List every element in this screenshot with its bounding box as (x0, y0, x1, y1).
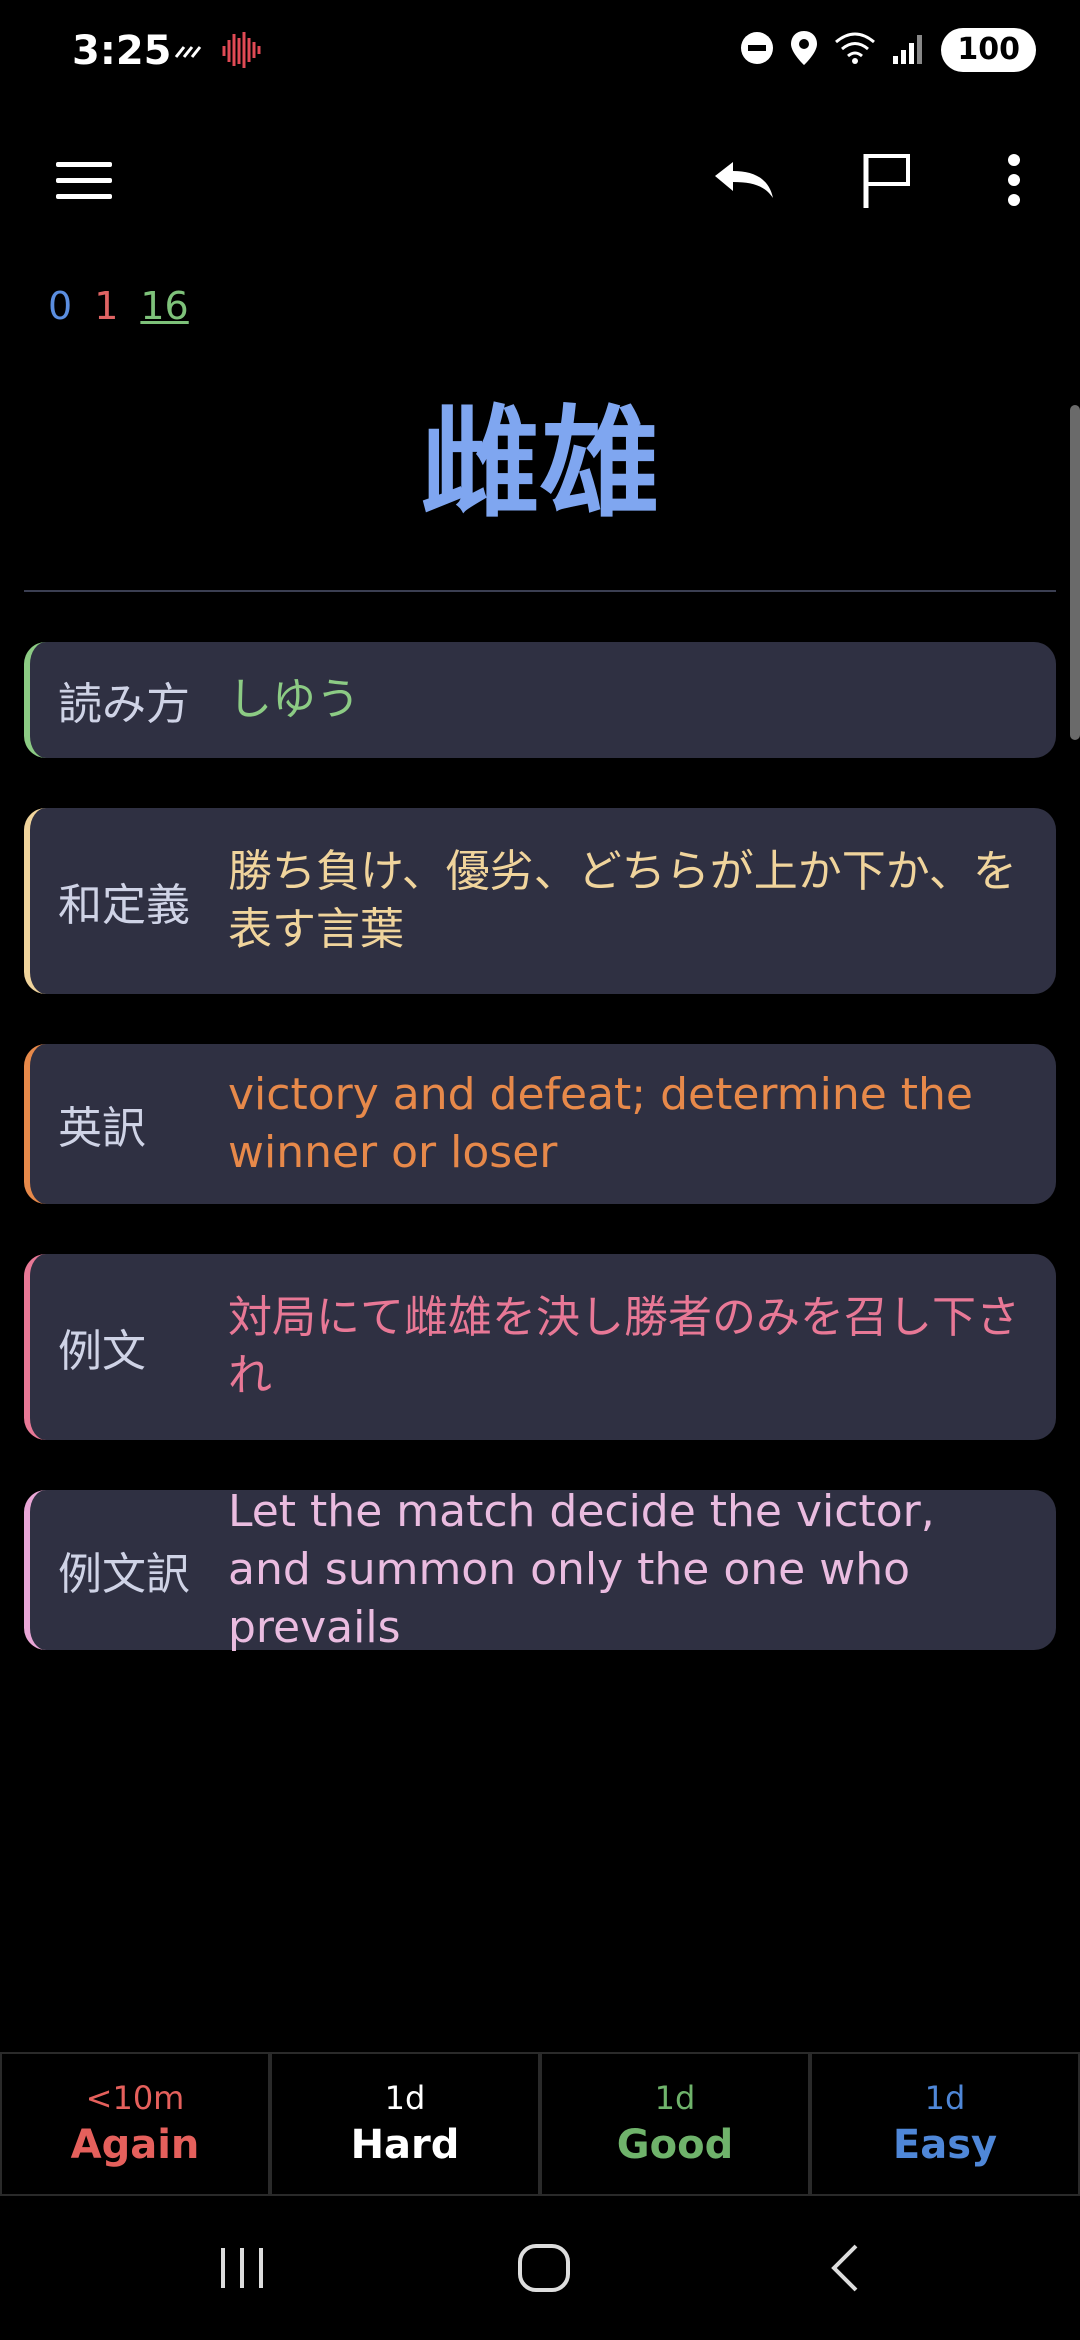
undo-icon[interactable] (706, 142, 782, 218)
new-count: 0 (48, 284, 73, 328)
field-example-translation: 例文訳 Let the match decide the victor, and… (24, 1486, 1056, 1653)
hard-button[interactable]: 1d Hard (270, 2052, 540, 2196)
more-options-icon[interactable] (976, 142, 1052, 218)
field-value: Let the match decide the victor, and sum… (228, 1486, 935, 1653)
field-label: 和定義 (58, 880, 190, 931)
field-label: 例文 (58, 1326, 146, 1377)
status-left-icons (172, 30, 264, 74)
location-icon (789, 29, 819, 71)
flag-icon[interactable] (850, 142, 926, 218)
field-value: 勝ち負け、優劣、どちらが上か下か、を表す言葉 (228, 846, 1017, 955)
good-interval: 1d (654, 2079, 696, 2117)
learning-count: 1 (94, 284, 119, 328)
easy-interval: 1d (924, 2079, 966, 2117)
field-value: しゆう (228, 674, 360, 725)
home-icon[interactable] (504, 2236, 584, 2300)
field-label: 例文訳 (58, 1549, 190, 1600)
do-not-disturb-icon (739, 30, 775, 70)
field-label: 英訳 (58, 1103, 146, 1154)
heartbeat-icon (220, 30, 264, 74)
hard-interval: 1d (384, 2079, 426, 2117)
app-toolbar (0, 120, 1080, 240)
cell-signal-icon (891, 30, 927, 70)
card-word: 雌雄 (420, 395, 660, 534)
field-reading: 読み方 しゆう (24, 642, 1056, 758)
again-label: Again (70, 2122, 200, 2168)
easy-button[interactable]: 1d Easy (810, 2052, 1080, 2196)
field-example-sentence: 例文 対局にて雌雄を決し勝者のみを召し下され (24, 1254, 1056, 1440)
hard-label: Hard (350, 2122, 460, 2168)
signal-activity-icon (172, 35, 208, 69)
field-english-translation: 英訳 victory and defeat; determine the win… (24, 1044, 1056, 1204)
again-button[interactable]: <10m Again (0, 2052, 270, 2196)
menu-icon[interactable] (46, 142, 122, 218)
card-counts: 0 1 16 (48, 284, 189, 328)
battery-indicator: 100 (941, 28, 1036, 72)
answer-buttons: <10m Again 1d Hard 1d Good 1d Easy (0, 2052, 1080, 2196)
recent-apps-icon[interactable] (202, 2236, 282, 2300)
system-nav-bar (0, 2196, 1080, 2340)
status-bar: 3:25 100 (0, 0, 1080, 110)
field-japanese-definition: 和定義 勝ち負け、優劣、どちらが上か下か、を表す言葉 (24, 808, 1056, 994)
easy-label: Easy (892, 2122, 998, 2168)
wifi-icon (833, 30, 877, 70)
field-value: 対局にて雌雄を決し勝者のみを召し下され (228, 1292, 1020, 1401)
divider (24, 590, 1056, 592)
status-time: 3:25 (72, 28, 172, 74)
field-label: 読み方 (58, 679, 190, 730)
good-button[interactable]: 1d Good (540, 2052, 810, 2196)
good-label: Good (616, 2122, 734, 2168)
again-interval: <10m (85, 2079, 185, 2117)
review-screen: 3:25 100 0 1 16 雌雄 読み方 しゆう 和定義 勝ち負け、優劣、ど… (0, 0, 1080, 2340)
back-icon[interactable] (806, 2236, 886, 2300)
field-value: victory and defeat; determine the winner… (228, 1069, 973, 1178)
review-count: 16 (140, 284, 189, 328)
status-right-icons: 100 (739, 28, 1036, 72)
